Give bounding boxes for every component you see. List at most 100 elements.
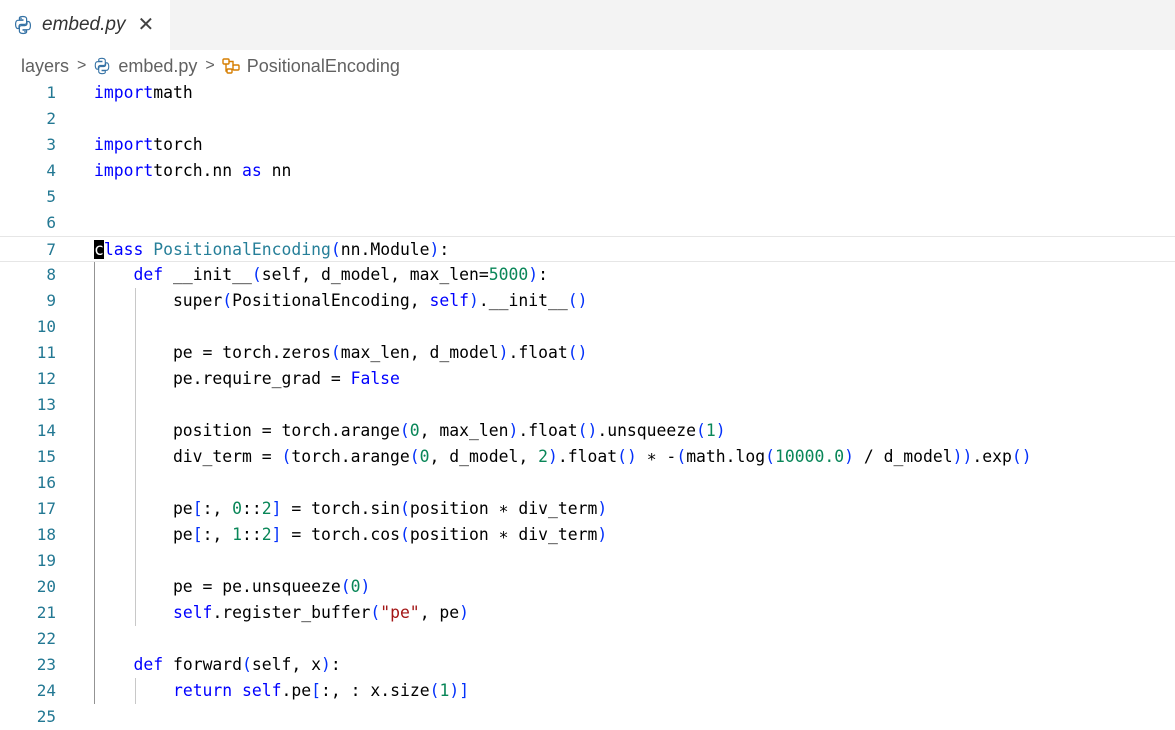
code-editor[interactable]: 1 importmath 2 3 importtorch 4 importtorch.nn … xyxy=(0,80,1175,728)
code-token: torch.arange xyxy=(291,447,410,466)
code-line[interactable]: 18 pe[:, 1::2] = torch.cos(position ∗ di… xyxy=(0,522,1175,548)
line-number: 22 xyxy=(36,629,56,648)
code-token: def xyxy=(133,655,164,674)
code-token: .pe xyxy=(281,681,312,700)
code-token: PositionalEncoding, xyxy=(232,291,430,310)
code-text: pe = torch.zeros(max_len, d_model).float… xyxy=(94,340,588,366)
code-line[interactable]: 6 xyxy=(0,210,1175,236)
python-file-icon xyxy=(12,14,34,36)
code-token: self, x xyxy=(251,655,321,674)
code-token: , pe xyxy=(419,603,460,622)
code-line[interactable]: 3 importtorch xyxy=(0,132,1175,158)
code-text: pe[:, 0::2] = torch.sin(position ∗ div_t… xyxy=(94,496,607,522)
code-line[interactable]: 5 xyxy=(0,184,1175,210)
code-text: def __init__(self, d_model, max_len=5000… xyxy=(94,262,548,288)
code-token: ) xyxy=(844,447,854,466)
code-text: importtorch.nn as nn xyxy=(94,158,291,184)
chevron-right-icon: > xyxy=(205,57,215,74)
breadcrumb-file[interactable]: embed.py xyxy=(118,56,197,77)
code-line[interactable]: 20 pe = pe.unsqueeze(0) xyxy=(0,574,1175,600)
code-line[interactable]: 1 importmath xyxy=(0,80,1175,106)
code-token: , d_model, xyxy=(429,447,539,466)
line-number: 8 xyxy=(46,265,56,284)
code-token: .unsqueeze xyxy=(597,421,697,440)
code-token: math.log xyxy=(686,447,766,466)
code-token: .float xyxy=(557,447,618,466)
code-line[interactable]: 11 pe = torch.zeros(max_len, d_model).fl… xyxy=(0,340,1175,366)
code-token: pe xyxy=(94,525,193,544)
code-line[interactable]: 9 super(PositionalEncoding, self).__init… xyxy=(0,288,1175,314)
code-token: position ∗ div_term xyxy=(409,525,598,544)
code-token: () xyxy=(1011,447,1032,466)
code-token: 5000 xyxy=(488,265,529,284)
code-token: ( xyxy=(330,343,341,362)
code-line[interactable]: 12 pe.require_grad = False xyxy=(0,366,1175,392)
code-text: pe = pe.unsqueeze(0) xyxy=(94,574,370,600)
close-icon[interactable]: ✕ xyxy=(137,15,154,35)
code-token: 0 xyxy=(350,577,361,596)
line-number: 10 xyxy=(36,317,56,336)
python-file-icon xyxy=(92,56,112,76)
line-number: 1 xyxy=(46,83,56,102)
code-token: .float xyxy=(518,421,578,440)
line-number: 24 xyxy=(36,681,56,700)
code-token: ( xyxy=(399,525,410,544)
code-token: return xyxy=(172,681,233,700)
code-token: : xyxy=(439,240,450,259)
code-line[interactable]: 19 xyxy=(0,548,1175,574)
code-line[interactable]: 22 xyxy=(0,626,1175,652)
code-line[interactable]: 15 div_term = (torch.arange(0, d_model, … xyxy=(0,444,1175,470)
breadcrumb-folder[interactable]: layers xyxy=(21,56,69,77)
code-token: import xyxy=(94,161,154,180)
code-line[interactable]: 24 return self.pe[:, : x.size(1)] xyxy=(0,678,1175,704)
code-token: ) xyxy=(597,525,608,544)
line-number: 13 xyxy=(36,395,56,414)
code-text: position = torch.arange(0, max_len).floa… xyxy=(94,418,726,444)
code-line[interactable]: 14 position = torch.arange(0, max_len).f… xyxy=(0,418,1175,444)
code-token: pe.require_grad = xyxy=(94,369,351,388)
code-token: ( xyxy=(281,447,292,466)
line-number: 5 xyxy=(46,187,56,206)
code-token: self, d_model, max_len= xyxy=(261,265,489,284)
code-token: super xyxy=(94,291,223,310)
code-token: as xyxy=(242,161,262,180)
code-token: 0 xyxy=(419,447,430,466)
code-line[interactable]: 21 self.register_buffer("pe", pe) xyxy=(0,600,1175,626)
code-line[interactable]: 7 class PositionalEncoding(nn.Module): xyxy=(0,236,1175,262)
code-token: [ xyxy=(192,525,203,544)
code-token: 1 xyxy=(232,525,243,544)
code-token: ( xyxy=(370,603,381,622)
line-number: 21 xyxy=(36,603,56,622)
line-number: 14 xyxy=(36,421,56,440)
code-line[interactable]: 17 pe[:, 0::2] = torch.sin(position ∗ di… xyxy=(0,496,1175,522)
code-text: div_term = (torch.arange(0, d_model, 2).… xyxy=(94,444,1032,470)
code-token: position = torch.arange xyxy=(94,421,400,440)
code-token: ) xyxy=(498,343,509,362)
code-line[interactable]: 16 xyxy=(0,470,1175,496)
breadcrumb-symbol[interactable]: PositionalEncoding xyxy=(247,56,400,77)
code-line[interactable]: 2 xyxy=(0,106,1175,132)
code-token: .float xyxy=(508,343,568,362)
code-token: ) xyxy=(360,577,371,596)
code-line[interactable]: 13 xyxy=(0,392,1175,418)
code-token: forward xyxy=(163,655,243,674)
code-token: ( xyxy=(340,577,351,596)
code-line[interactable]: 23 def forward(self, x): xyxy=(0,652,1175,678)
line-number: 11 xyxy=(36,343,56,362)
tab-embed-py[interactable]: embed.py ✕ xyxy=(0,0,170,50)
code-token: __init__ xyxy=(163,265,252,284)
code-token: self xyxy=(172,603,213,622)
code-line[interactable]: 10 xyxy=(0,314,1175,340)
code-token: : xyxy=(538,265,548,284)
line-number: 25 xyxy=(36,707,56,726)
code-token: ) xyxy=(321,655,331,674)
code-token: 10000.0 xyxy=(775,447,845,466)
code-line[interactable]: 4 importtorch.nn as nn xyxy=(0,158,1175,184)
code-line[interactable]: 25 xyxy=(0,704,1175,730)
code-text: importmath xyxy=(94,80,193,106)
code-line[interactable]: 8 def __init__(self, d_model, max_len=50… xyxy=(0,262,1175,288)
